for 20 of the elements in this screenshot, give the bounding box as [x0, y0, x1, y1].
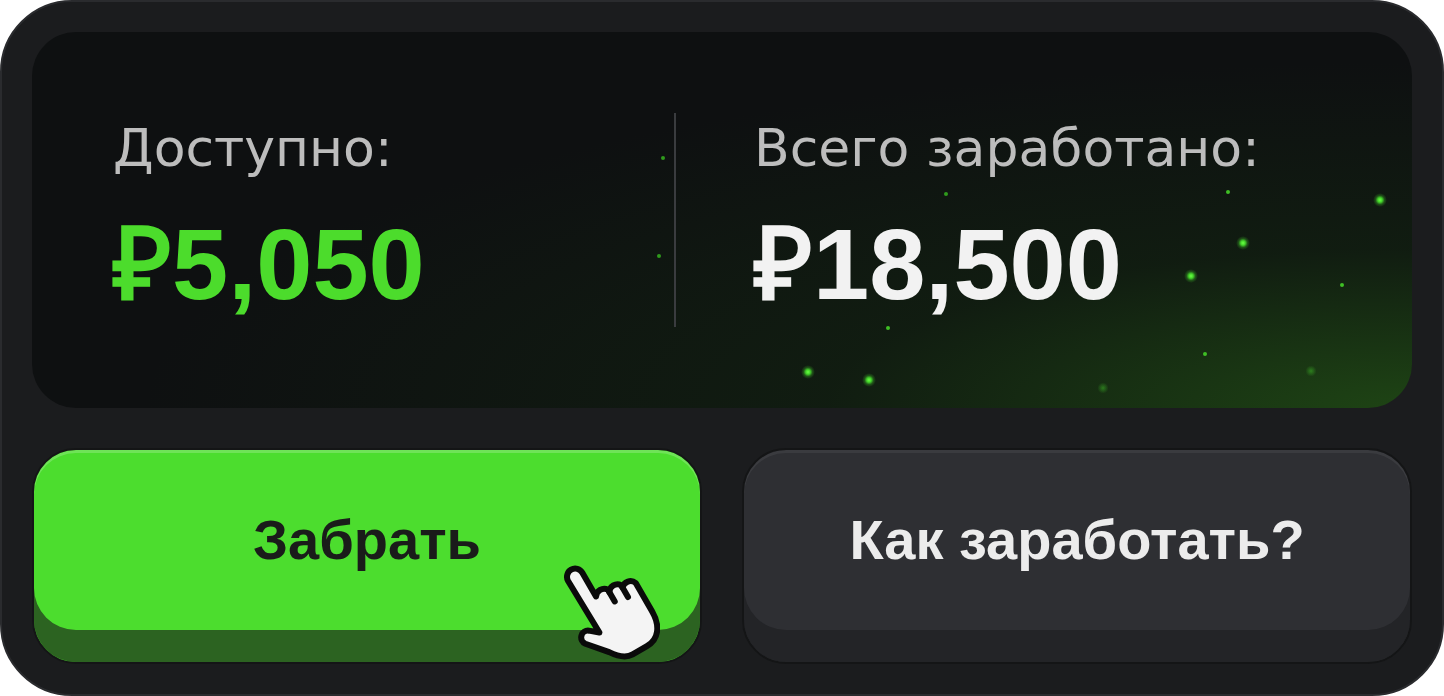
particle-icon	[1340, 283, 1344, 287]
particle-icon	[1373, 193, 1387, 207]
particle-icon	[1305, 365, 1317, 377]
particle-icon	[1184, 269, 1198, 283]
stat-value: ₽18,500	[754, 213, 1122, 315]
stat-value: ₽5,050	[113, 213, 425, 315]
stat-label: Доступно:	[113, 117, 393, 178]
particle-icon	[1203, 352, 1207, 356]
claim-button[interactable]: Забрать	[32, 448, 702, 664]
particle-icon	[1236, 236, 1250, 250]
stat-label: Всего заработано:	[754, 117, 1260, 178]
particle-icon	[862, 373, 876, 387]
how-to-earn-button[interactable]: Как заработать?	[742, 448, 1412, 664]
particle-icon	[886, 326, 890, 330]
particle-icon	[657, 254, 661, 258]
particle-icon	[1226, 190, 1230, 194]
particle-icon	[944, 192, 948, 196]
particle-icon	[661, 156, 665, 160]
particle-icon	[801, 365, 815, 379]
particle-icon	[1097, 382, 1109, 394]
